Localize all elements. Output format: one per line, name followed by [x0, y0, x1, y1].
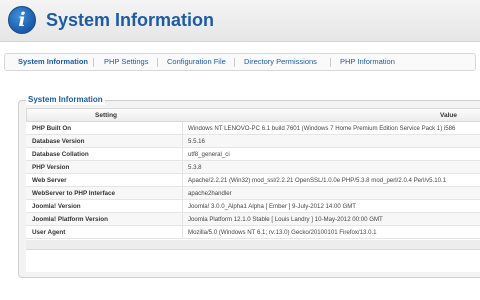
page-header: i System Information [0, 0, 480, 42]
table-header: Setting Value [26, 108, 480, 122]
value-cell: utf8_general_ci [188, 151, 230, 158]
setting-cell: User Agent [32, 229, 66, 236]
column-header-value: Value [440, 112, 457, 119]
value-cell: Apache/2.2.21 (Win32) mod_ssl/2.2.21 Ope… [188, 177, 447, 184]
value-cell: 5.5.16 [188, 138, 205, 145]
table-row: User Agent Mozilla/5.0 (Windows NT 6.1; … [26, 226, 480, 239]
value-cell: Joomla! 3.0.0_Alpha1 Alpha [ Ember ] 9-J… [188, 203, 357, 210]
table-row: Database Version 5.5.16 [26, 135, 480, 148]
table-row: Database Collation utf8_general_ci [26, 148, 480, 161]
table-row: WebServer to PHP Interface apache2handle… [26, 187, 480, 200]
page-title: System Information [46, 10, 215, 30]
value-cell: Windows NT LENOVO-PC 6.1 build 7601 (Win… [188, 125, 456, 132]
tab-separator [93, 58, 94, 67]
tab-php-information[interactable]: PHP Information [340, 54, 395, 70]
tab-php-settings[interactable]: PHP Settings [104, 54, 148, 70]
setting-cell: Web Server [32, 177, 67, 184]
setting-cell: Database Collation [32, 151, 89, 158]
table-row: Joomla! Version Joomla! 3.0.0_Alpha1 Alp… [26, 200, 480, 213]
tab-separator [157, 58, 158, 67]
tab-configuration-file[interactable]: Configuration File [167, 54, 226, 70]
panel-legend: System Information [26, 95, 105, 105]
column-divider [182, 122, 183, 239]
value-cell: Mozilla/5.0 (Windows NT 6.1; rv:13.0) Ge… [188, 229, 377, 236]
tab-bar: System Information PHP Settings Configur… [4, 53, 476, 71]
tab-separator [234, 58, 235, 67]
setting-cell: PHP Version [32, 164, 70, 171]
setting-cell: Database Version [32, 138, 85, 145]
tab-system-information[interactable]: System Information [18, 54, 88, 70]
table-row: PHP Version 5.3.8 [26, 161, 480, 174]
value-cell: 5.3.8 [188, 164, 202, 171]
info-icon: i [8, 6, 36, 34]
table-row: Joomla! Platform Version Joomla Platform… [26, 213, 480, 226]
setting-cell: WebServer to PHP Interface [32, 190, 116, 197]
table-row: PHP Built On Windows NT LENOVO-PC 6.1 bu… [26, 122, 480, 135]
tab-separator [330, 58, 331, 67]
table-footer [26, 240, 480, 250]
tab-directory-permissions[interactable]: Directory Permissions [244, 54, 317, 70]
system-information-table: Setting Value PHP Built On Windows NT LE… [26, 108, 480, 272]
setting-cell: PHP Built On [32, 125, 72, 132]
table-row: Web Server Apache/2.2.21 (Win32) mod_ssl… [26, 174, 480, 187]
value-cell: Joomla Platform 12.1.0 Stable [ Louis La… [188, 216, 383, 223]
setting-cell: Joomla! Platform Version [32, 216, 108, 223]
column-header-setting: Setting [95, 112, 118, 119]
value-cell: apache2handler [188, 190, 232, 197]
setting-cell: Joomla! Version [32, 203, 81, 210]
